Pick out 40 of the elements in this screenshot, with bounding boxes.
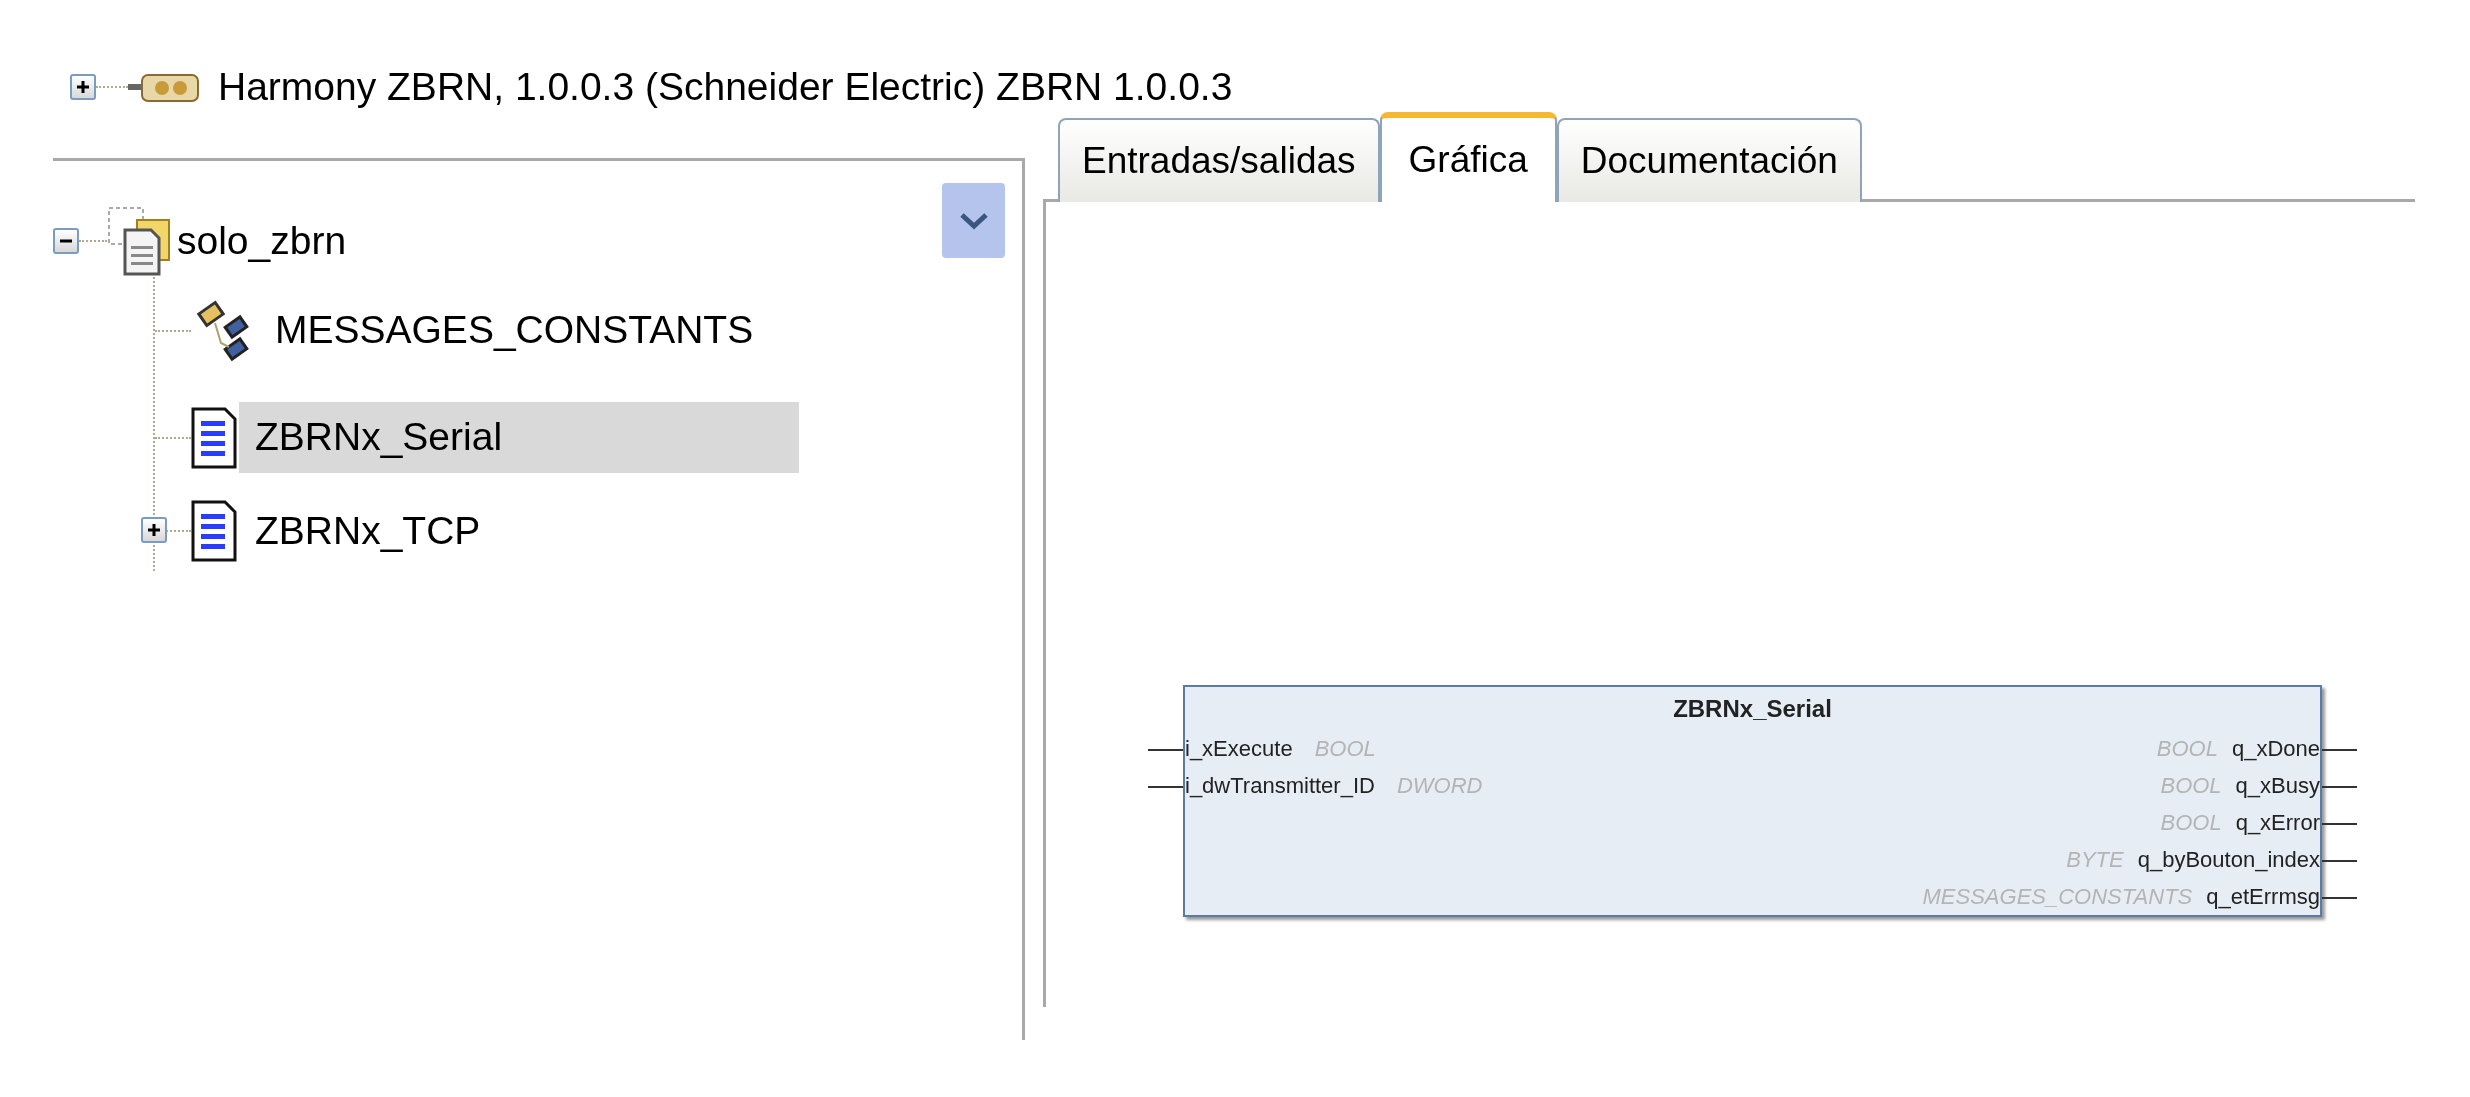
tree-item[interactable]: ZBRNx_TCP [239, 495, 799, 567]
output-name: q_byBouton_index [2137, 846, 2320, 874]
pin-line [2322, 785, 2357, 788]
project-label[interactable]: Harmony ZBRN, 1.0.0.3 (Schneider Electric) ZBRN 1.0.0.3 [218, 57, 1233, 117]
pin-line [2322, 748, 2357, 751]
output-type: BOOL [2160, 772, 2222, 800]
tree-item[interactable]: MESSAGES_CONSTANTS [259, 295, 819, 366]
block-title: ZBRNx_Serial [1673, 693, 1832, 724]
plus-icon [76, 80, 90, 94]
folder-document-icon [107, 206, 173, 276]
document-icon [191, 500, 237, 562]
output-type: BOOL [2156, 735, 2218, 763]
document-icon [191, 406, 237, 469]
input-type: DWORD [1396, 772, 1483, 800]
input-name: i_dwTransmitter_ID [1185, 772, 1375, 800]
expand-button[interactable] [70, 74, 96, 100]
tab[interactable]: Documentación [1556, 118, 1862, 202]
output-type: MESSAGES_CONSTANTS [1922, 883, 2193, 911]
chevron-down-icon [958, 211, 989, 230]
output-name: q_xBusy [2235, 772, 2320, 800]
tab[interactable]: Entradas/salidas [1058, 118, 1380, 202]
pin-line [1148, 748, 1183, 751]
output-name: q_xError [2235, 809, 2320, 837]
tree-item[interactable]: ZBRNx_Serial [239, 402, 799, 473]
output-name: q_etErrmsg [2206, 883, 2320, 911]
tree-item[interactable]: solo_zbrn [177, 211, 347, 271]
output-name: q_xDone [2231, 735, 2320, 763]
input-name: i_xExecute [1185, 735, 1293, 763]
dropdown-button[interactable] [942, 183, 1005, 258]
collapse-button[interactable] [53, 228, 79, 254]
output-type: BOOL [2160, 809, 2222, 837]
pin-line [2322, 896, 2357, 899]
tab[interactable]: Gráfica [1379, 112, 1557, 202]
output-type: BYTE [2066, 846, 2124, 874]
pin-line [1148, 785, 1183, 788]
pin-line [2322, 859, 2357, 862]
pin-line [2322, 822, 2357, 825]
plus-icon [147, 523, 161, 537]
expand-button[interactable] [141, 517, 167, 543]
input-type: BOOL [1314, 735, 1376, 763]
